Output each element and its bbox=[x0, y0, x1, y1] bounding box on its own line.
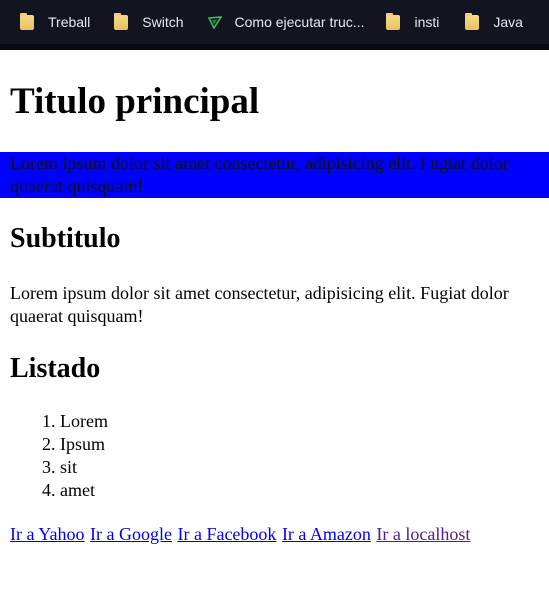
bookmark-label: Java bbox=[493, 14, 523, 30]
link-facebook[interactable]: Ir a Facebook bbox=[177, 524, 276, 544]
bookmark-label: Switch bbox=[142, 14, 184, 30]
ordered-list: Lorem Ipsum sit amet bbox=[10, 410, 108, 502]
link-amazon[interactable]: Ir a Amazon bbox=[282, 524, 371, 544]
paragraph-line: quaerat quisquam! bbox=[10, 306, 144, 326]
bookmark-label: insti bbox=[414, 14, 440, 30]
list-item: Ipsum bbox=[60, 433, 108, 456]
bookmark-como-ejecutar[interactable]: Como ejecutar truc... bbox=[207, 6, 365, 38]
bookmark-switch[interactable]: Switch bbox=[114, 6, 184, 38]
folder-icon bbox=[114, 12, 129, 30]
links-row: Ir a Yahoo Ir a Google Ir a Facebook Ir … bbox=[10, 523, 471, 546]
bookmark-insti[interactable]: insti bbox=[386, 6, 439, 38]
paragraph: Lorem ipsum dolor sit amet consectetur, … bbox=[10, 282, 549, 328]
list-item: amet bbox=[60, 479, 108, 502]
paragraph-line: Lorem ipsum dolor sit amet consectetur, … bbox=[10, 153, 509, 173]
list-item: sit bbox=[60, 456, 108, 479]
bookmarks-bar: Treball Switch Como ejecutar truc... ins… bbox=[0, 0, 549, 50]
link-google[interactable]: Ir a Google bbox=[90, 524, 172, 544]
bookmark-java[interactable]: Java bbox=[465, 6, 523, 38]
list-heading: Listado bbox=[10, 353, 101, 384]
bookmark-treball[interactable]: Treball bbox=[20, 6, 90, 38]
folder-icon bbox=[386, 12, 401, 30]
site-flag-icon bbox=[207, 16, 222, 29]
link-yahoo[interactable]: Ir a Yahoo bbox=[10, 524, 85, 544]
folder-icon bbox=[20, 12, 34, 30]
list-item: Lorem bbox=[60, 410, 108, 433]
bookmark-label: Como ejecutar truc... bbox=[234, 14, 365, 30]
paragraph-line: Lorem ipsum dolor sit amet consectetur, … bbox=[10, 283, 509, 303]
folder-icon bbox=[465, 12, 480, 30]
page-title: Titulo principal bbox=[10, 81, 260, 122]
bookmark-label: Treball bbox=[48, 14, 91, 30]
highlighted-paragraph: Lorem ipsum dolor sit amet consectetur, … bbox=[0, 152, 549, 198]
link-localhost[interactable]: Ir a localhost bbox=[376, 524, 470, 544]
paragraph-line: quaerat quisquam! bbox=[10, 176, 144, 196]
subtitle-heading: Subtitulo bbox=[10, 223, 121, 254]
